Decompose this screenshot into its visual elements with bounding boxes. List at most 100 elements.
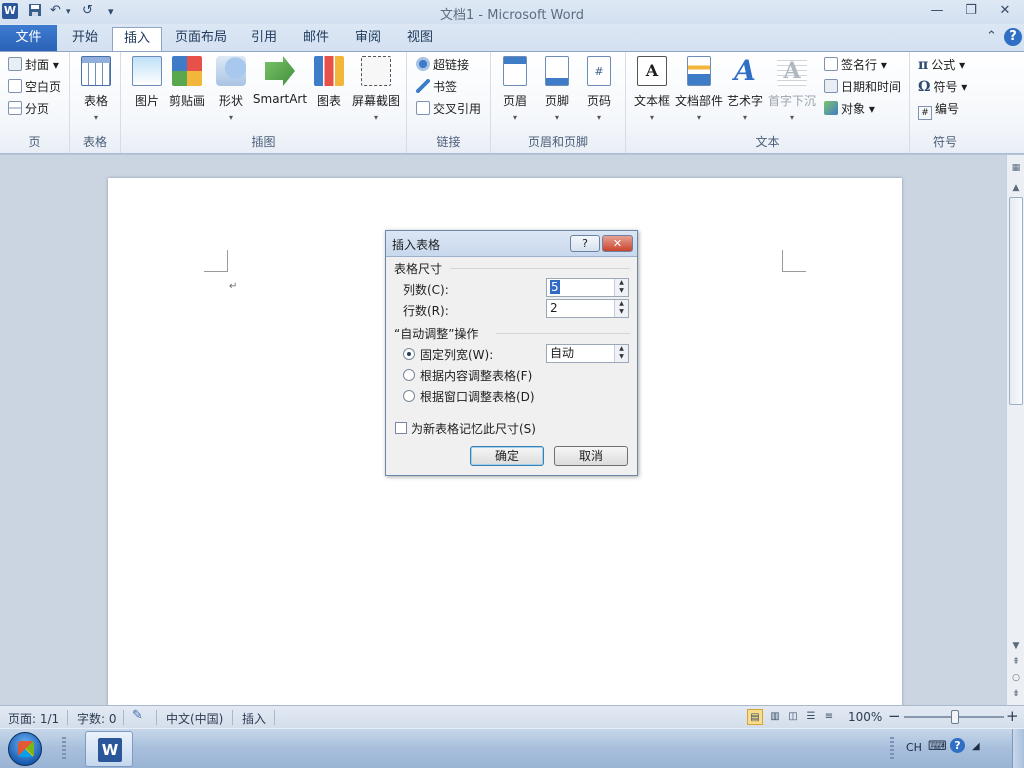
screenshot-button[interactable]: 屏幕截图 ▾: [349, 56, 403, 122]
fixed-width-label[interactable]: 固定列宽(W):: [420, 346, 493, 363]
draft-view-icon[interactable]: ≡: [821, 709, 837, 725]
fixed-width-stepper[interactable]: 自动 ▲ ▼: [546, 344, 629, 363]
autofit-window-radio[interactable]: [403, 390, 415, 402]
autofit-contents-label[interactable]: 根据内容调整表格(F): [420, 367, 532, 384]
chevron-down-icon: ▾: [554, 113, 559, 122]
insert-mode[interactable]: 插入: [242, 710, 266, 727]
rows-stepper[interactable]: 2 ▲ ▼: [546, 299, 629, 318]
dialog-title-bar[interactable]: 插入表格 ? ✕: [386, 231, 637, 257]
clip-art-button[interactable]: 剪贴画: [167, 56, 207, 109]
pi-icon: π: [918, 57, 929, 73]
signature-line-icon: [824, 57, 838, 71]
scroll-down-button[interactable]: ▼: [1009, 639, 1023, 653]
smartart-button[interactable]: SmartArt: [251, 56, 309, 106]
restore-button[interactable]: ❐: [958, 2, 984, 20]
collapse-ribbon-icon[interactable]: ⌃: [986, 29, 997, 44]
equation-button[interactable]: π 公式 ▾: [918, 55, 965, 75]
group-label-text: 文本: [755, 135, 780, 149]
page-break-button[interactable]: 分页: [8, 99, 49, 119]
tab-view[interactable]: 视图: [398, 27, 442, 51]
table-button[interactable]: 表格 ▾: [78, 56, 114, 122]
tab-mailings[interactable]: 邮件: [294, 27, 338, 51]
fixed-width-radio[interactable]: [403, 348, 415, 360]
scroll-thumb[interactable]: [1009, 197, 1023, 405]
previous-page-icon[interactable]: ⇞: [1009, 655, 1023, 669]
next-page-icon[interactable]: ⇟: [1009, 687, 1023, 701]
object-button[interactable]: 对象 ▾: [824, 99, 875, 119]
zoom-in-button[interactable]: +: [1006, 707, 1019, 725]
dialog-close-button[interactable]: ✕: [602, 235, 633, 252]
dialog-help-button[interactable]: ?: [570, 235, 600, 252]
spin-arrows-icon[interactable]: ▲ ▼: [614, 300, 628, 317]
signature-line-button[interactable]: 签名行 ▾: [824, 55, 887, 75]
window-title: 文档1 - Microsoft Word: [440, 8, 584, 23]
scroll-up-button[interactable]: ▲: [1009, 181, 1023, 195]
minimize-button[interactable]: —: [924, 2, 950, 20]
date-time-button[interactable]: 日期和时间: [824, 77, 901, 97]
zoom-out-button[interactable]: −: [888, 707, 901, 725]
section-divider: [450, 268, 630, 269]
tab-file[interactable]: 文件: [0, 25, 57, 51]
taskbar-word-button[interactable]: W: [85, 731, 133, 767]
tab-references[interactable]: 引用: [242, 27, 286, 51]
tab-home[interactable]: 开始: [60, 27, 110, 51]
clip-art-icon: [172, 56, 202, 86]
zoom-slider-knob[interactable]: [951, 710, 959, 724]
input-language-indicator[interactable]: CH: [906, 741, 922, 754]
cover-page-button[interactable]: 封面 ▾: [8, 55, 59, 75]
footer-button[interactable]: 页脚 ▾: [539, 56, 575, 122]
group-pages: 封面 ▾ 空白页 分页 页: [0, 52, 70, 153]
wordart-button[interactable]: A 艺术字 ▾: [724, 56, 766, 123]
print-layout-view-icon[interactable]: ▤: [747, 709, 763, 725]
date-time-label: 日期和时间: [841, 80, 902, 94]
ok-button[interactable]: 确定: [470, 446, 544, 466]
page-number-button[interactable]: # 页码 ▾: [581, 56, 617, 122]
vertical-scrollbar[interactable]: ▦ ▲ ▼ ⇞ ○ ⇟: [1006, 155, 1024, 705]
quick-parts-button[interactable]: 文档部件 ▾: [674, 56, 724, 122]
help-icon[interactable]: ?: [1004, 28, 1022, 46]
language-indicator[interactable]: 中文(中国): [166, 710, 223, 727]
symbol-button[interactable]: Ω 符号 ▾: [918, 77, 967, 97]
picture-button[interactable]: 图片: [129, 56, 165, 109]
columns-stepper[interactable]: 5 ▲ ▼: [546, 278, 629, 297]
zoom-level[interactable]: 100%: [848, 710, 882, 724]
group-text: A 文本框 ▾ 文档部件 ▾ A 艺术字 ▾ A 首字下沉 ▾ 签名行 ▾ 日期和时间 对象 …: [626, 52, 910, 153]
show-desktop-button[interactable]: [1012, 729, 1024, 768]
autofit-contents-radio[interactable]: [403, 369, 415, 381]
bookmark-button[interactable]: 书签: [416, 77, 457, 97]
cross-reference-button[interactable]: 交叉引用: [416, 99, 481, 119]
autofit-window-label[interactable]: 根据窗口调整表格(D): [420, 388, 535, 405]
page-count[interactable]: 页面: 1/1: [8, 710, 59, 727]
hyperlink-button[interactable]: 超链接: [416, 55, 469, 75]
full-screen-reading-icon[interactable]: ▥: [767, 709, 783, 725]
tab-review[interactable]: 审阅: [346, 27, 390, 51]
text-box-button[interactable]: A 文本框 ▾: [630, 56, 674, 122]
tab-insert[interactable]: 插入: [112, 27, 162, 52]
numbering-button[interactable]: # 编号: [918, 99, 959, 120]
header-button[interactable]: 页眉 ▾: [497, 56, 533, 122]
footer-label: 页脚: [544, 94, 569, 108]
web-layout-icon[interactable]: ◫: [785, 709, 801, 725]
chart-button[interactable]: 图表: [311, 56, 347, 109]
spin-arrows-icon[interactable]: ▲ ▼: [614, 279, 628, 296]
remember-size-checkbox[interactable]: [395, 422, 407, 434]
word-count[interactable]: 字数: 0: [77, 710, 117, 727]
remember-size-label[interactable]: 为新表格记忆此尺寸(S): [411, 420, 536, 437]
close-button[interactable]: ✕: [992, 2, 1018, 20]
tray-options-icon[interactable]: ◢: [972, 741, 980, 752]
shapes-button[interactable]: 形状 ▾: [213, 56, 249, 122]
keyboard-icon[interactable]: ⌨: [928, 739, 947, 754]
spin-arrows-icon[interactable]: ▲ ▼: [614, 345, 628, 362]
start-button[interactable]: [8, 732, 42, 766]
chevron-down-icon: ▾: [93, 113, 98, 122]
tab-page-layout[interactable]: 页面布局: [168, 27, 234, 51]
tray-help-icon[interactable]: ?: [950, 738, 965, 753]
outline-view-icon[interactable]: ☰: [803, 709, 819, 725]
browse-object-icon[interactable]: ○: [1009, 671, 1023, 685]
proofing-icon[interactable]: ✎: [132, 708, 143, 723]
drop-cap-button[interactable]: A 首字下沉 ▾: [766, 56, 818, 122]
table-icon: [81, 56, 111, 86]
blank-page-button[interactable]: 空白页: [8, 77, 61, 97]
cancel-button[interactable]: 取消: [554, 446, 628, 466]
ruler-toggle-icon[interactable]: ▦: [1009, 161, 1023, 175]
